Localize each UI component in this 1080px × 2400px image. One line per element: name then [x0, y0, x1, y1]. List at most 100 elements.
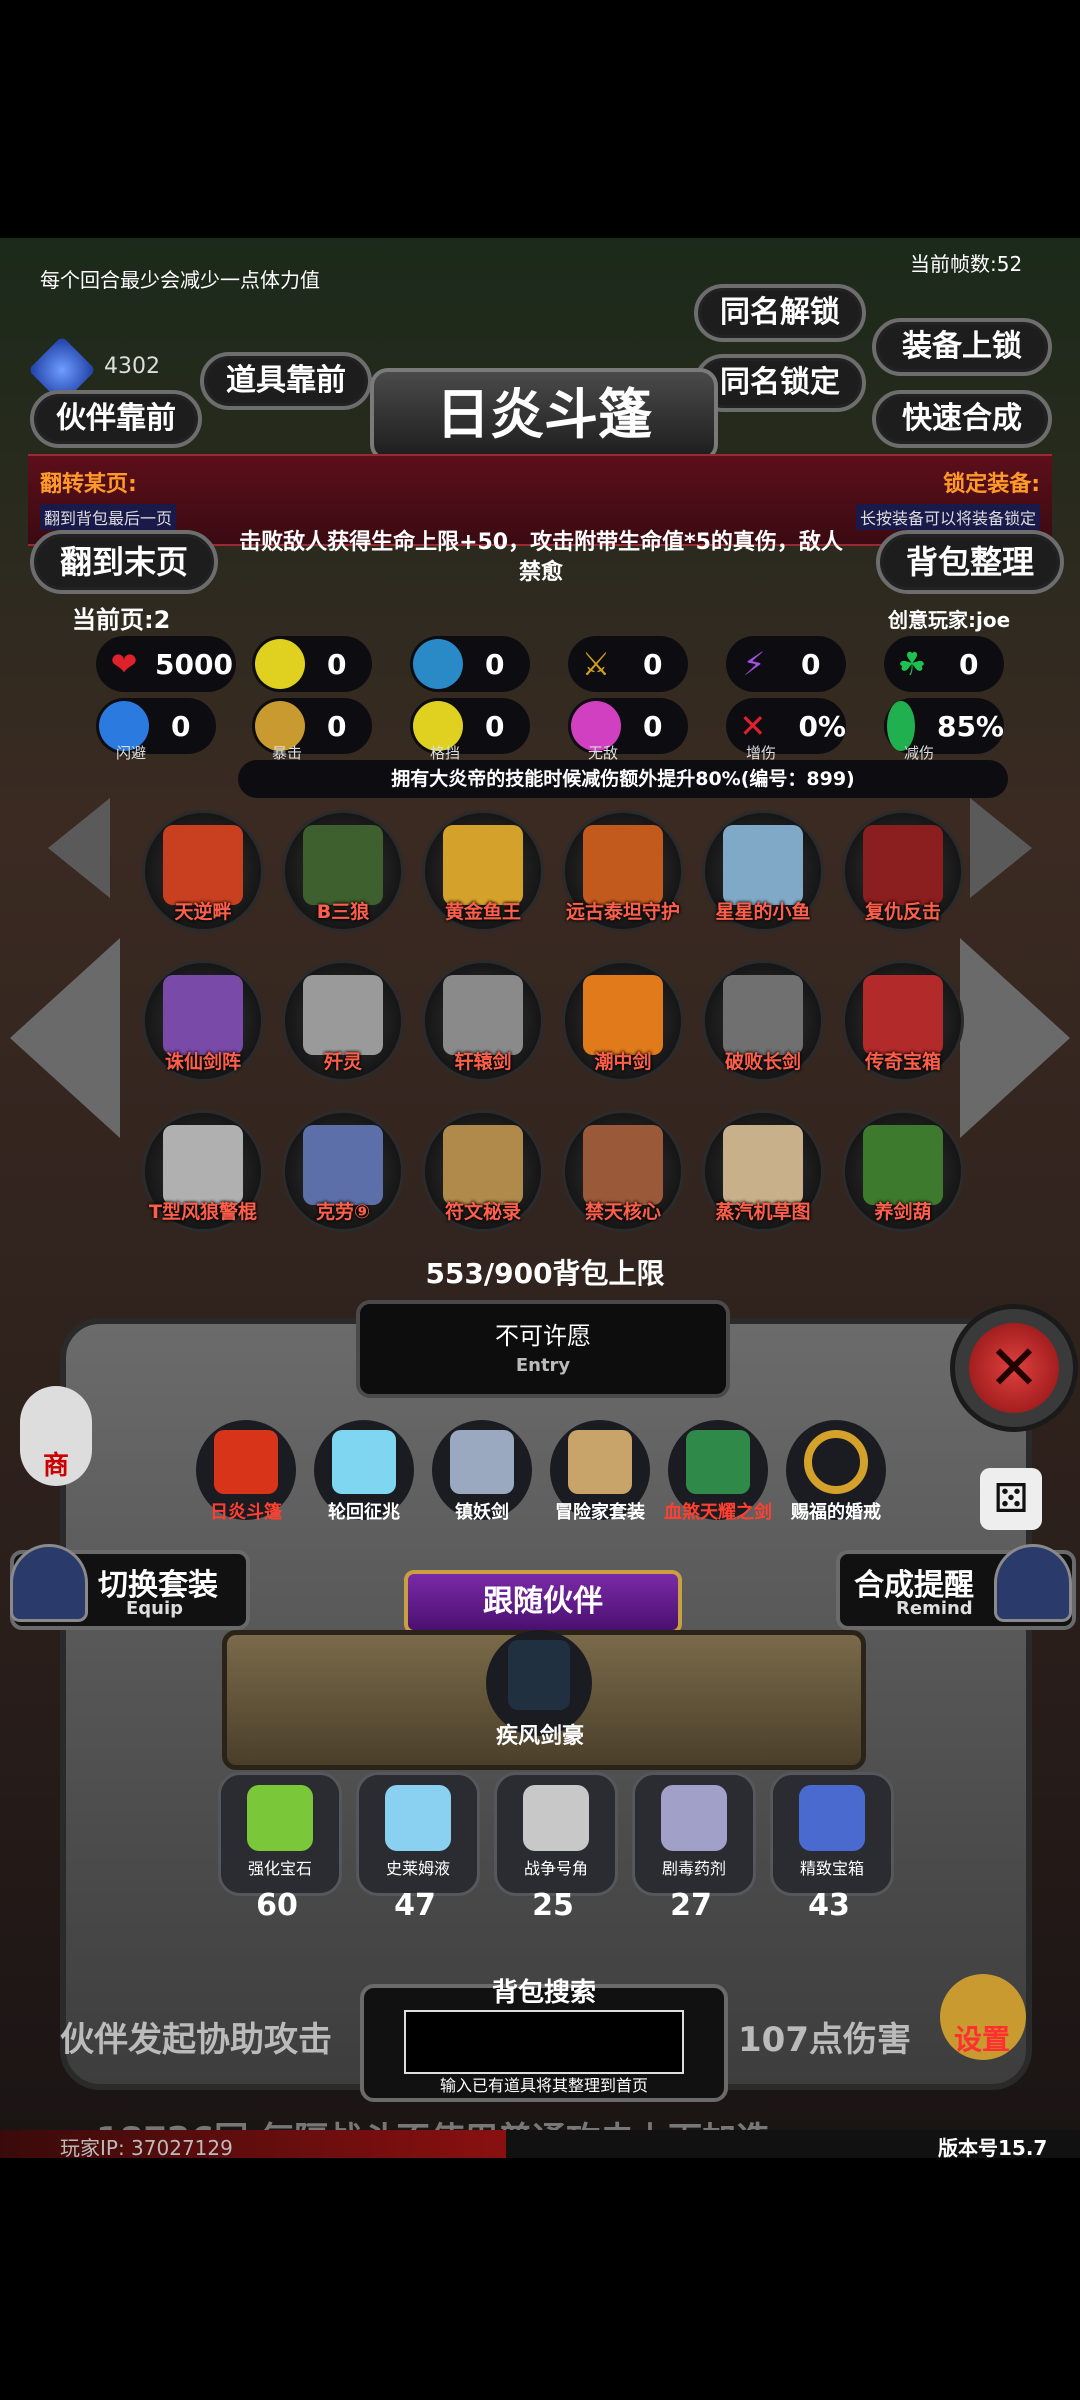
equipped-art	[450, 1430, 514, 1494]
wish-plate[interactable]: 不可许愿 Entry	[356, 1300, 730, 1398]
equipped-slot[interactable]: 轮回征兆	[314, 1420, 414, 1523]
equipped-slot[interactable]: 血煞天耀之剑	[664, 1420, 772, 1523]
bag-sort-button[interactable]: 背包整理	[876, 530, 1064, 594]
armor-icon	[255, 639, 305, 689]
item-art	[163, 1125, 243, 1205]
material-art	[523, 1785, 589, 1851]
inventory-item[interactable]: 星星的小鱼	[702, 810, 824, 932]
item-art	[583, 825, 663, 905]
material-slot[interactable]: 剧毒药剂	[632, 1772, 756, 1896]
dice-icon[interactable]: ⚄	[980, 1468, 1042, 1530]
equipped-slot[interactable]: 冒险家套装	[550, 1420, 650, 1523]
bottom-bar: 玩家IP: 37027129 版本号15.7	[0, 2130, 1080, 2158]
material-count: 47	[394, 1888, 436, 1923]
sword-icon: ⚔	[581, 645, 611, 683]
inventory-item[interactable]: T型风狼警棍	[142, 1110, 264, 1232]
material-art	[661, 1785, 727, 1851]
flip-desc: 翻到背包最后一页	[40, 504, 177, 530]
game-screen: 每个回合最少会减少一点体力值 当前帧数:52 4302 伙伴靠前 道具靠前 同名…	[0, 238, 1080, 2158]
bag-search-hint: 输入已有道具将其整理到首页	[439, 2076, 648, 2095]
inventory-item[interactable]: 天逆畔	[142, 810, 264, 932]
partner-name: 疾风剑豪	[495, 1724, 584, 1749]
partner-front-button[interactable]: 伙伴靠前	[30, 390, 202, 448]
item-art	[863, 825, 943, 905]
material-art	[385, 1785, 451, 1851]
inventory-item[interactable]: 轩辕剑	[422, 960, 544, 1082]
material-slot[interactable]: 精致宝箱	[770, 1772, 894, 1896]
item-art	[863, 1125, 943, 1205]
version-number: 版本号15.7	[938, 2136, 1048, 2158]
item-art	[723, 1125, 803, 1205]
material-art	[799, 1785, 865, 1851]
item-art	[303, 1125, 383, 1205]
material-slot[interactable]: 战争号角	[494, 1772, 618, 1896]
inventory-item[interactable]: 歼灵	[282, 960, 404, 1082]
same-name-lock-button[interactable]: 同名锁定	[694, 354, 866, 412]
stat-dodge: 0 闪避	[96, 698, 216, 762]
equipped-art	[332, 1430, 396, 1494]
prev-small-arrow[interactable]	[48, 798, 110, 898]
item-art	[443, 825, 523, 905]
material-art	[247, 1785, 313, 1851]
equip-lock-button[interactable]: 装备上锁	[872, 318, 1052, 376]
equipped-slot[interactable]: 日炎斗篷	[196, 1420, 296, 1523]
currency-value: 4302	[104, 354, 160, 379]
inventory-item[interactable]: 符文秘录	[422, 1110, 544, 1232]
item-art	[583, 1125, 663, 1205]
inventory-item[interactable]: 破败长剑	[702, 960, 824, 1082]
close-button[interactable]: ✕	[950, 1304, 1078, 1432]
ring-icon	[804, 1430, 868, 1494]
inventory-item[interactable]: 远古泰坦守护	[562, 810, 684, 932]
inventory-item[interactable]: 潮中剑	[562, 960, 684, 1082]
equipped-slot[interactable]: 镇妖剑	[432, 1420, 532, 1523]
item-description: 击败敌人获得生命上限+50，攻击附带生命值*5的真伤，敌人禁愈	[239, 530, 843, 585]
settings-label[interactable]: 设置	[954, 2018, 1010, 2058]
fps-counter: 当前帧数:52	[910, 252, 1023, 276]
same-name-unlock-button[interactable]: 同名解锁	[694, 284, 866, 342]
shop-button[interactable]: 商	[20, 1386, 92, 1486]
helmet-icon	[413, 639, 463, 689]
material-slot[interactable]: 强化宝石	[218, 1772, 342, 1896]
stat-luck: ☘ 0	[884, 636, 1004, 692]
bag-search-input[interactable]	[404, 2010, 684, 2074]
item-art	[723, 975, 803, 1055]
material-slot[interactable]: 史莱姆液	[356, 1772, 480, 1896]
equipped-art	[568, 1430, 632, 1494]
player-ip: 玩家IP: 37027129	[60, 2136, 233, 2158]
tip-text: 每个回合最少会减少一点体力值	[40, 268, 320, 292]
item-front-button[interactable]: 道具靠前	[200, 352, 372, 410]
prev-page-arrow[interactable]	[10, 938, 120, 1138]
stat-hp: ❤ 5000	[96, 636, 236, 692]
helmet-icon	[10, 1544, 88, 1622]
to-last-page-button[interactable]: 翻到末页	[30, 530, 218, 594]
inventory-item[interactable]: 诛仙剑阵	[142, 960, 264, 1082]
switch-set-button[interactable]: 切换套装 Equip	[10, 1544, 250, 1630]
equipped-art	[686, 1430, 750, 1494]
stat-invincible: 0 无敌	[568, 698, 688, 762]
inventory-item[interactable]: 传奇宝箱	[842, 960, 964, 1082]
stat-block: 0 格挡	[410, 698, 530, 762]
equipped-slot[interactable]: 赐福的婚戒	[786, 1420, 886, 1523]
next-page-arrow[interactable]	[960, 938, 1070, 1138]
item-art	[443, 975, 523, 1055]
inventory-item[interactable]: 克劳⑨	[282, 1110, 404, 1232]
inventory-item[interactable]: 蒸汽机草图	[702, 1110, 824, 1232]
inventory-item[interactable]: 禁天核心	[562, 1110, 684, 1232]
bag-search-panel: 背包搜索 输入已有道具将其整理到首页	[360, 1978, 728, 2102]
item-art	[163, 975, 243, 1055]
stat-speed: ⚡ 0	[726, 636, 846, 692]
merge-remind-button[interactable]: 合成提醒 Remind	[836, 1544, 1076, 1630]
inventory-item[interactable]: 养剑葫	[842, 1110, 964, 1232]
inventory-item[interactable]: 黄金鱼王	[422, 810, 544, 932]
next-small-arrow[interactable]	[970, 798, 1032, 898]
item-art	[443, 1125, 523, 1205]
item-art	[863, 975, 943, 1055]
quick-merge-button[interactable]: 快速合成	[872, 390, 1052, 448]
inventory-item[interactable]: 复仇反击	[842, 810, 964, 932]
close-icon: ✕	[969, 1323, 1059, 1413]
flip-label: 翻转某页:	[40, 472, 137, 497]
lock-desc: 长按装备可以将装备锁定	[855, 504, 1040, 530]
inventory-item[interactable]: B三狼	[282, 810, 404, 932]
wish-title: 不可许愿	[495, 1322, 591, 1350]
equipped-art	[214, 1430, 278, 1494]
